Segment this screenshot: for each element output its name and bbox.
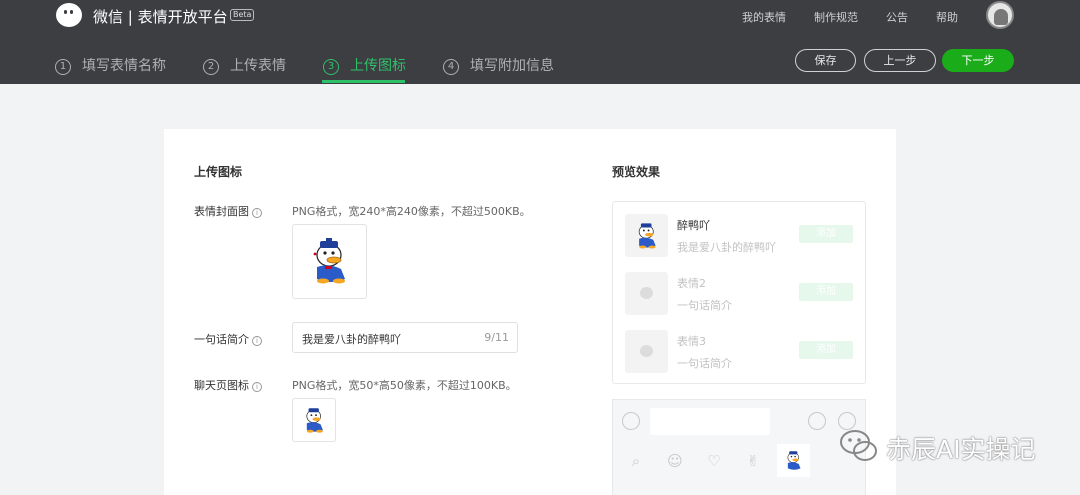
avatar[interactable]	[986, 1, 1014, 29]
nav-my-stickers[interactable]: 我的表情	[742, 9, 786, 25]
preview-item: 表情3 一句话简介 添加	[613, 330, 865, 376]
save-button[interactable]: 保存	[795, 49, 856, 72]
smiley-icon: ☺	[667, 452, 683, 470]
step-number: 3	[323, 59, 339, 75]
preview-desc: 一句话简介	[677, 357, 732, 370]
chat-icon-hint: PNG格式，宽50*高50像素，不超过100KB。	[292, 379, 517, 392]
preview-panel: 醉鸭吖 我是爱八卦的醉鸭吖 添加 表情2 一句话简介 添加 表情3 一句话简介 …	[612, 201, 866, 384]
intro-input-value[interactable]: 我是爱八卦的醉鸭吖	[302, 331, 401, 347]
upload-icon-card: 上传图标 表情封面图 i PNG格式，宽240*高240像素，不超过500KB。 …	[164, 129, 896, 495]
char-counter: 9/11	[484, 331, 509, 344]
step-4: 4 填写附加信息	[443, 55, 554, 75]
step-label: 填写附加信息	[470, 58, 554, 74]
wechat-logo-icon	[840, 430, 877, 461]
chat-icon-label: 聊天页图标 i	[194, 377, 262, 393]
info-icon[interactable]: i	[252, 208, 262, 218]
preview-desc: 我是爱八卦的醉鸭吖	[677, 241, 776, 254]
chat-text-box	[650, 408, 770, 435]
cover-image-upload[interactable]	[292, 224, 367, 299]
nav-announcements[interactable]: 公告	[886, 9, 908, 25]
heart-icon: ♡	[707, 452, 721, 470]
nav-guidelines[interactable]: 制作规范	[814, 9, 858, 25]
preview-desc: 一句话简介	[677, 299, 732, 312]
cover-hint: PNG格式，宽240*高240像素，不超过500KB。	[292, 205, 531, 218]
donald-duck-sticker-icon	[787, 451, 801, 470]
nav-help[interactable]: 帮助	[936, 9, 958, 25]
intro-input[interactable]: 我是爱八卦的醉鸭吖 9/11	[292, 322, 518, 353]
voice-icon	[622, 412, 640, 430]
chat-input-preview: ⌕ ☺ ♡ ✌	[612, 399, 866, 495]
donald-duck-sticker-icon	[313, 238, 345, 284]
step-label: 填写表情名称	[82, 58, 166, 74]
top-header: 微信 | 表情开放平台 Beta 我的表情 制作规范 公告 帮助 1 填写表情名称…	[0, 0, 1080, 84]
prev-step-button[interactable]: 上一步	[864, 49, 936, 72]
preview-item: 醉鸭吖 我是爱八卦的醉鸭吖 添加	[613, 214, 865, 260]
add-button[interactable]: 添加	[799, 341, 853, 359]
wechat-sticker-logo-icon[interactable]	[56, 3, 82, 27]
preview-title: 预览效果	[612, 165, 661, 179]
cover-label-text: 表情封面图	[194, 205, 249, 218]
step-number: 2	[203, 59, 219, 75]
cover-label: 表情封面图 i	[194, 203, 262, 219]
hand-icon: ✌	[746, 452, 760, 470]
preview-thumbnail	[625, 214, 668, 257]
step-2: 2 上传表情	[203, 55, 286, 75]
info-icon[interactable]: i	[252, 382, 262, 392]
preview-name: 表情3	[677, 335, 706, 348]
chat-icon-upload[interactable]	[292, 398, 336, 442]
step-3: 3 上传图标	[323, 55, 406, 75]
chat-icon-label-text: 聊天页图标	[194, 379, 249, 392]
donald-duck-sticker-icon	[306, 408, 323, 433]
platform-title[interactable]: 微信 | 表情开放平台	[93, 6, 228, 27]
step-1: 1 填写表情名称	[55, 55, 166, 75]
selected-sticker-tab	[777, 444, 810, 477]
preview-item: 表情2 一句话简介 添加	[613, 272, 865, 318]
step-label: 上传表情	[230, 58, 286, 74]
search-icon: ⌕	[631, 452, 641, 470]
placeholder-thumbnail	[625, 272, 668, 315]
intro-label-text: 一句话简介	[194, 333, 249, 346]
placeholder-thumbnail	[625, 330, 668, 373]
active-step-indicator	[322, 80, 405, 83]
intro-label: 一句话简介 i	[194, 331, 262, 347]
beta-badge: Beta	[230, 9, 255, 21]
add-button[interactable]: 添加	[799, 225, 853, 243]
info-icon[interactable]: i	[252, 336, 262, 346]
add-button[interactable]: 添加	[799, 283, 853, 301]
watermark-text: 赤辰AI实操记	[886, 435, 1036, 464]
next-step-button[interactable]: 下一步	[942, 49, 1014, 72]
step-label: 上传图标	[350, 58, 406, 74]
emoji-icon	[808, 412, 826, 430]
preview-name: 醉鸭吖	[677, 219, 710, 232]
step-number: 1	[55, 59, 71, 75]
section-title: 上传图标	[194, 165, 243, 179]
step-number: 4	[443, 59, 459, 75]
donald-duck-sticker-icon	[638, 223, 656, 249]
preview-name: 表情2	[677, 277, 706, 290]
